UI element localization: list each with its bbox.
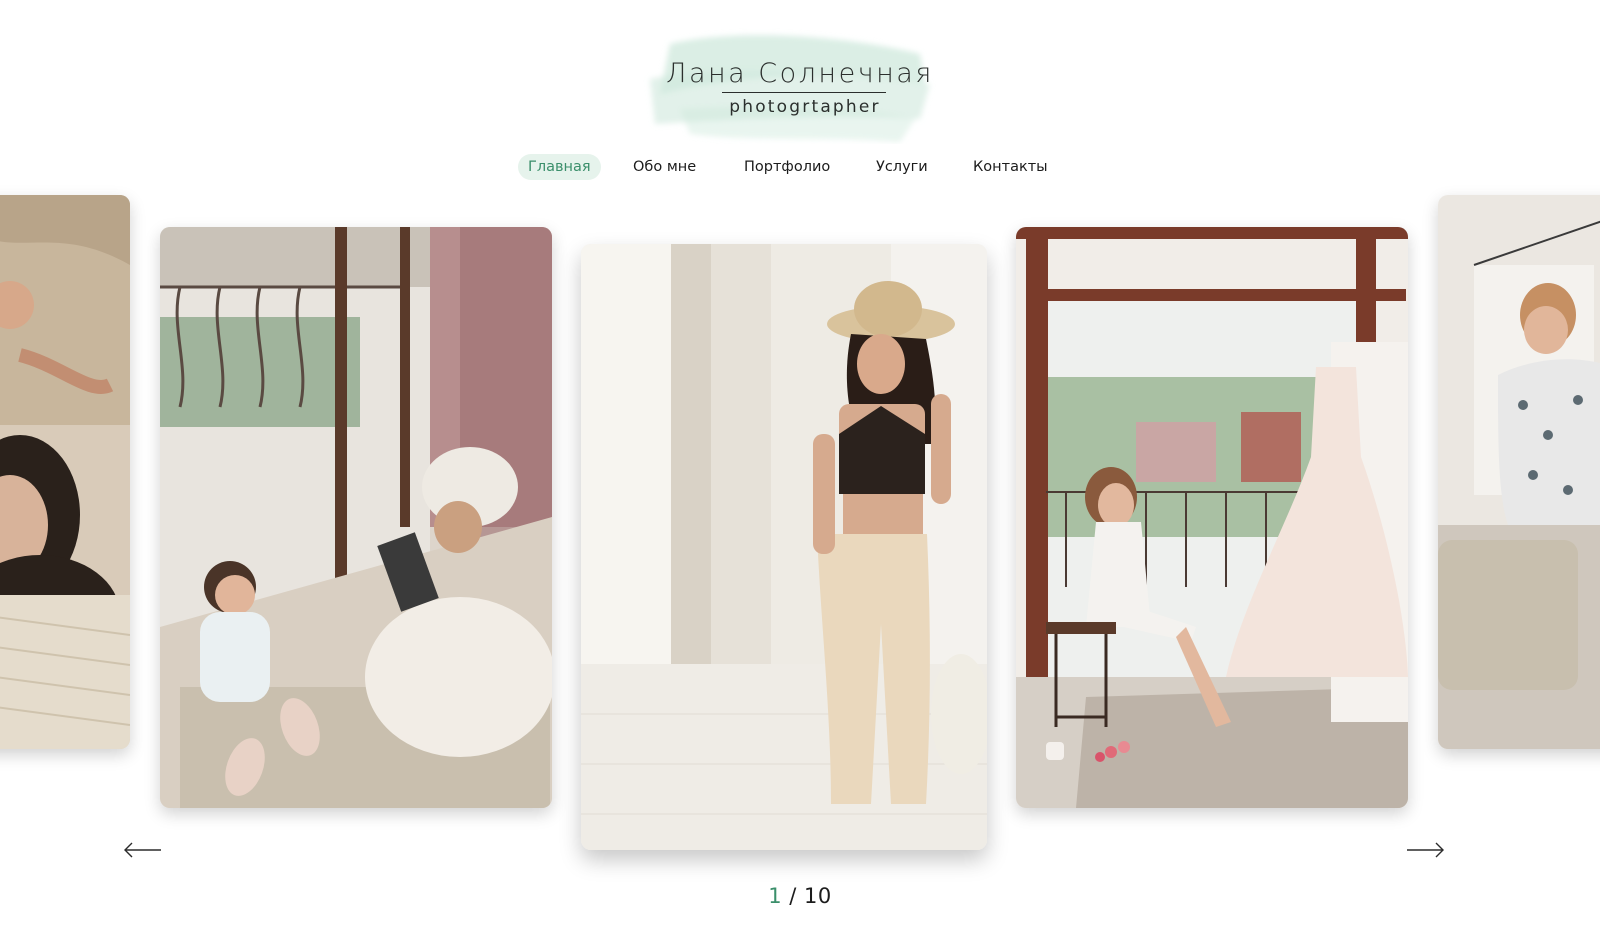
carousel-slide-1[interactable] bbox=[0, 195, 130, 749]
carousel-slide-5[interactable] bbox=[1438, 195, 1600, 749]
logo-divider bbox=[722, 92, 886, 93]
site-logo[interactable]: Лана Солнечная photogrtapher bbox=[640, 24, 940, 144]
mother-and-baby-on-balcony-floor-photo bbox=[160, 227, 552, 808]
woman-in-straw-hat-walking-photo bbox=[581, 244, 987, 850]
arrow-left-icon bbox=[124, 842, 161, 858]
woman-lying-on-fur-photo bbox=[0, 195, 130, 749]
slide-counter: 1 / 10 bbox=[0, 884, 1600, 908]
bride-sitting-by-wedding-dress-photo bbox=[1016, 227, 1408, 808]
nav-item-about[interactable]: Обо мне bbox=[633, 154, 696, 180]
carousel-slide-3[interactable] bbox=[581, 244, 987, 850]
woman-in-patterned-blouse-photo bbox=[1438, 195, 1600, 749]
carousel-slide-2[interactable] bbox=[160, 227, 552, 808]
photographer-name: Лана Солнечная bbox=[666, 58, 934, 89]
page: Лана Солнечная photogrtapher Главная Обо… bbox=[0, 0, 1600, 948]
slide-counter-separator: / bbox=[789, 884, 797, 908]
slide-counter-current: 1 bbox=[768, 884, 783, 908]
nav-item-portfolio[interactable]: Портфолио bbox=[744, 154, 830, 180]
nav-item-contacts[interactable]: Контакты bbox=[973, 154, 1048, 180]
main-nav: Главная Обо мне Портфолио Услуги Контакт… bbox=[0, 154, 1600, 180]
photographer-subtitle: photogrtapher bbox=[729, 97, 881, 117]
slide-counter-total: 10 bbox=[804, 884, 832, 908]
arrow-right-icon bbox=[1407, 842, 1444, 858]
carousel-next-button[interactable] bbox=[1405, 838, 1445, 862]
carousel-slide-4[interactable] bbox=[1016, 227, 1408, 808]
carousel-prev-button[interactable] bbox=[123, 838, 163, 862]
nav-item-home[interactable]: Главная bbox=[518, 154, 601, 180]
nav-item-services[interactable]: Услуги bbox=[876, 154, 928, 180]
